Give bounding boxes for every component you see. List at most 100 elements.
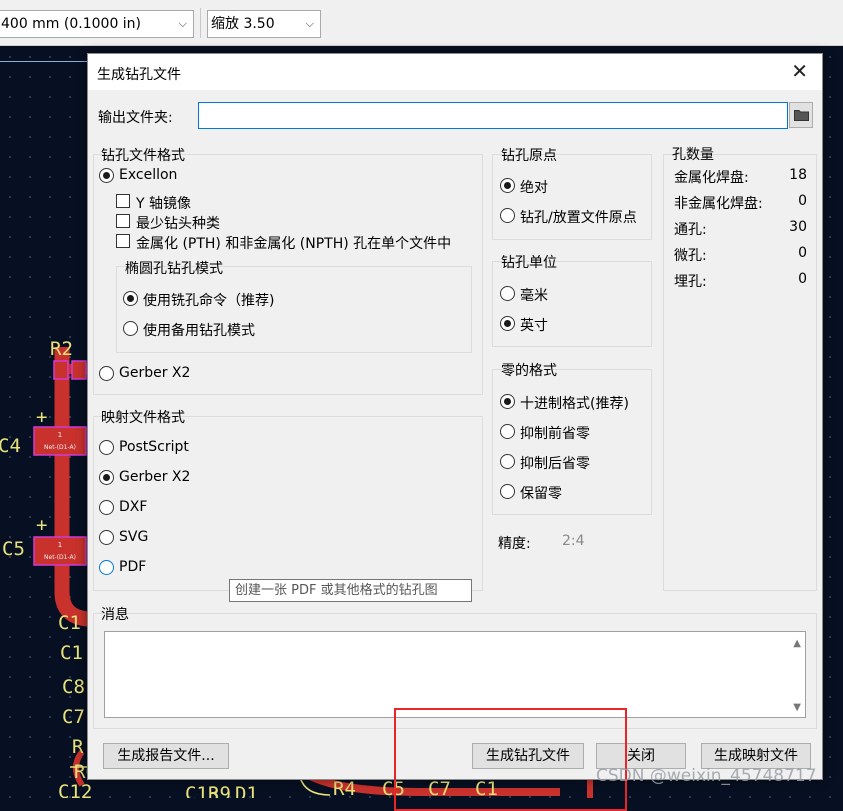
board-edge	[0, 61, 88, 62]
excellon-label: Excellon	[119, 167, 178, 183]
dialog-titlebar: 生成钻孔文件 ✕	[88, 54, 822, 90]
buried-vias-value: 0	[798, 271, 807, 287]
scroll-up-icon[interactable]: ▲	[793, 638, 801, 649]
minimal-header-checkbox[interactable]	[116, 214, 130, 228]
browse-folder-button[interactable]	[789, 102, 813, 128]
gerber-x2-drill-radio[interactable]	[99, 366, 114, 381]
pcb-pad	[71, 360, 87, 380]
silk-label: R2	[50, 338, 73, 360]
output-folder-input[interactable]	[198, 102, 788, 129]
silk-label: R4	[333, 778, 356, 798]
generate-drill-files-dialog: 生成钻孔文件 ✕ 输出文件夹: 钻孔文件格式 Excellon Y 轴镜像 最少…	[87, 53, 823, 811]
origin-aux-radio[interactable]	[500, 208, 515, 223]
drill-units-group	[492, 261, 652, 347]
highlight-annotation-box	[394, 708, 627, 811]
map-postscript-label: PostScript	[119, 439, 189, 455]
silk-label: +	[36, 514, 47, 536]
silk-label: C1	[58, 612, 81, 634]
silk-label: C12	[58, 781, 92, 798]
zoom-select-value: 缩放 3.50	[211, 16, 275, 32]
units-inch-radio[interactable]	[500, 316, 515, 331]
oval-route-radio[interactable]	[123, 291, 138, 306]
zoom-select[interactable]: 缩放 3.50 ⌵	[207, 10, 321, 38]
grid-select[interactable]: 400 mm (0.1000 in) ⌵	[0, 10, 194, 38]
units-mm-radio[interactable]	[500, 286, 515, 301]
precision-label: 精度:	[498, 536, 531, 552]
oval-alternate-label: 使用备用钻孔模式	[143, 323, 255, 339]
map-gerber-x2-radio[interactable]	[99, 470, 114, 485]
oval-alternate-radio[interactable]	[123, 321, 138, 336]
chevron-down-icon: ⌵	[305, 17, 314, 30]
units-inch-label: 英寸	[520, 318, 548, 334]
gerber-x2-drill-label: Gerber X2	[119, 365, 191, 381]
drill-units-title: 钻孔单位	[501, 255, 557, 271]
units-mm-label: 毫米	[520, 288, 548, 304]
excellon-radio[interactable]	[99, 168, 114, 183]
map-svg-radio[interactable]	[99, 530, 114, 545]
minimal-header-label: 最少钻头种类	[136, 216, 220, 232]
merge-pth-npth-label: 金属化 (PTH) 和非金属化 (NPTH) 孔在单个文件中	[136, 236, 452, 252]
origin-absolute-label: 绝对	[520, 180, 548, 196]
silk-label: +	[36, 406, 47, 428]
zeros-decimal-radio[interactable]	[500, 394, 515, 409]
buried-vias-label: 埋孔:	[674, 274, 707, 290]
pdf-map-tooltip: 创建一张 PDF 或其他格式的钻孔图	[229, 579, 472, 602]
messages-title: 消息	[101, 607, 129, 623]
origin-aux-label: 钻孔/放置文件原点	[520, 210, 637, 226]
vias-value: 30	[789, 219, 807, 235]
map-dxf-radio[interactable]	[99, 500, 114, 515]
grid-select-value: 400 mm (0.1000 in)	[1, 16, 142, 32]
chevron-down-icon: ⌵	[178, 17, 187, 30]
folder-icon	[794, 110, 809, 121]
merge-pth-npth-checkbox[interactable]	[116, 234, 130, 248]
silk-label: C7	[62, 706, 85, 728]
map-gerber-x2-label: Gerber X2	[119, 469, 191, 485]
zeros-keep-label: 保留零	[520, 486, 562, 502]
precision-value: 2:4	[562, 533, 585, 549]
map-pdf-label: PDF	[119, 559, 147, 575]
zeros-suppress-leading-label: 抑制前省零	[520, 426, 590, 442]
watermark: CSDN @weixin_45748717	[596, 766, 817, 786]
silk-label: R9	[208, 783, 231, 798]
silk-label: R	[72, 736, 84, 758]
nonplated-pads-value: 0	[798, 193, 807, 209]
map-pdf-radio[interactable]	[99, 560, 114, 575]
plated-pads-label: 金属化焊盘:	[674, 170, 749, 186]
scroll-down-icon[interactable]: ▼	[793, 702, 801, 713]
mirror-y-checkbox[interactable]	[116, 194, 130, 208]
generate-report-button[interactable]: 生成报告文件...	[103, 743, 229, 769]
map-format-title: 映射文件格式	[101, 410, 185, 426]
origin-absolute-radio[interactable]	[500, 178, 515, 193]
drill-origin-group	[492, 154, 652, 240]
output-folder-label: 输出文件夹:	[98, 110, 173, 126]
silk-label: C5	[2, 538, 25, 560]
vias-label: 通孔:	[674, 222, 707, 238]
plated-pads-value: 18	[789, 167, 807, 183]
silk-label: D1	[235, 783, 258, 798]
zeros-format-title: 零的格式	[501, 363, 557, 379]
oval-route-label: 使用铣孔命令（推荐)	[143, 293, 275, 309]
hole-counts-title: 孔数量	[672, 147, 714, 163]
pad-net-label: Net-(D1-A)	[44, 444, 76, 451]
nonplated-pads-label: 非金属化焊盘:	[674, 196, 763, 212]
pad-net-label: Net-(D1-A)	[44, 554, 76, 561]
silk-label: C8	[62, 676, 85, 698]
map-postscript-radio[interactable]	[99, 440, 114, 455]
close-icon[interactable]: ✕	[791, 60, 808, 82]
mirror-y-label: Y 轴镜像	[136, 196, 192, 212]
dialog-title: 生成钻孔文件	[97, 67, 181, 83]
pcb-pad	[53, 360, 69, 380]
messages-textarea[interactable]: ▲ ▼	[104, 631, 806, 718]
micro-vias-label: 微孔:	[674, 248, 707, 264]
toolbar-separator	[200, 8, 201, 38]
silk-label: C4	[0, 435, 21, 457]
zeros-suppress-leading-radio[interactable]	[500, 424, 515, 439]
drill-format-title: 钻孔文件格式	[101, 148, 185, 164]
drill-origin-title: 钻孔原点	[501, 148, 557, 164]
top-toolbar: 400 mm (0.1000 in) ⌵ 缩放 3.50 ⌵	[0, 0, 843, 46]
zeros-decimal-label: 十进制格式(推荐)	[520, 396, 629, 412]
zeros-suppress-trailing-radio[interactable]	[500, 454, 515, 469]
pad-number: 1	[58, 541, 62, 549]
zeros-keep-radio[interactable]	[500, 484, 515, 499]
silk-label: C1	[60, 642, 83, 664]
